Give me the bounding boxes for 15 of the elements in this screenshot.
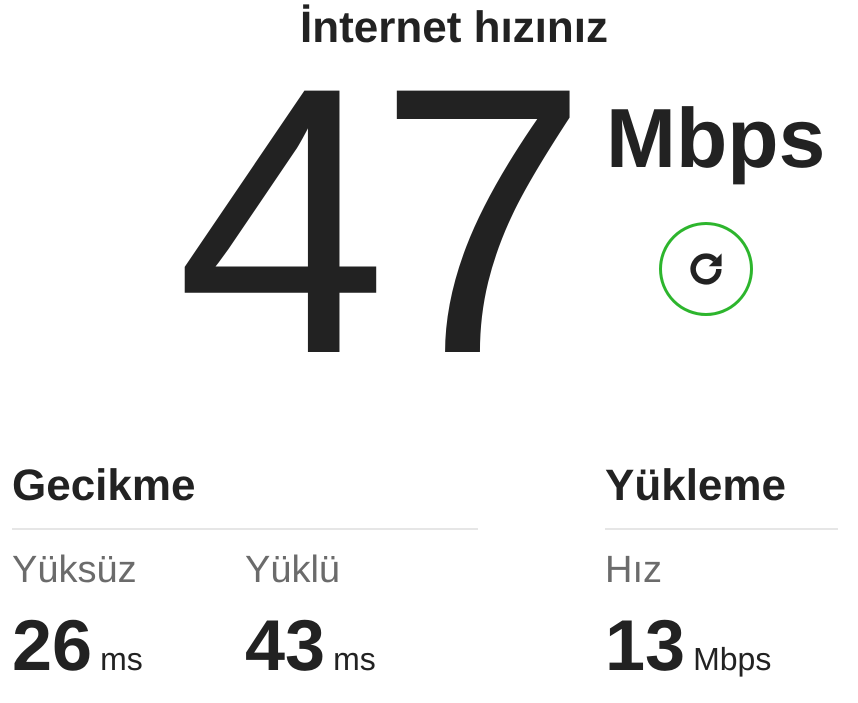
metric-label: Yüklü — [245, 548, 342, 593]
refresh-button[interactable] — [658, 222, 753, 316]
page-title: İnternet hızınız — [300, 2, 608, 54]
metric-label: Hız — [605, 548, 663, 593]
metric-unit: ms — [333, 640, 376, 679]
metric-unit: ms — [100, 640, 143, 679]
speed-unit: Mbps — [606, 90, 826, 186]
metric-value: 43 — [245, 606, 326, 686]
section-heading: Gecikme — [12, 461, 196, 510]
metric-value: 13 — [605, 606, 686, 686]
section-heading: Yükleme — [605, 461, 786, 510]
speed-value: 47 — [176, 56, 579, 386]
metric-label: Yüksüz — [12, 548, 138, 593]
metric-unit: Mbps — [693, 640, 772, 679]
metric-value: 26 — [12, 606, 92, 686]
